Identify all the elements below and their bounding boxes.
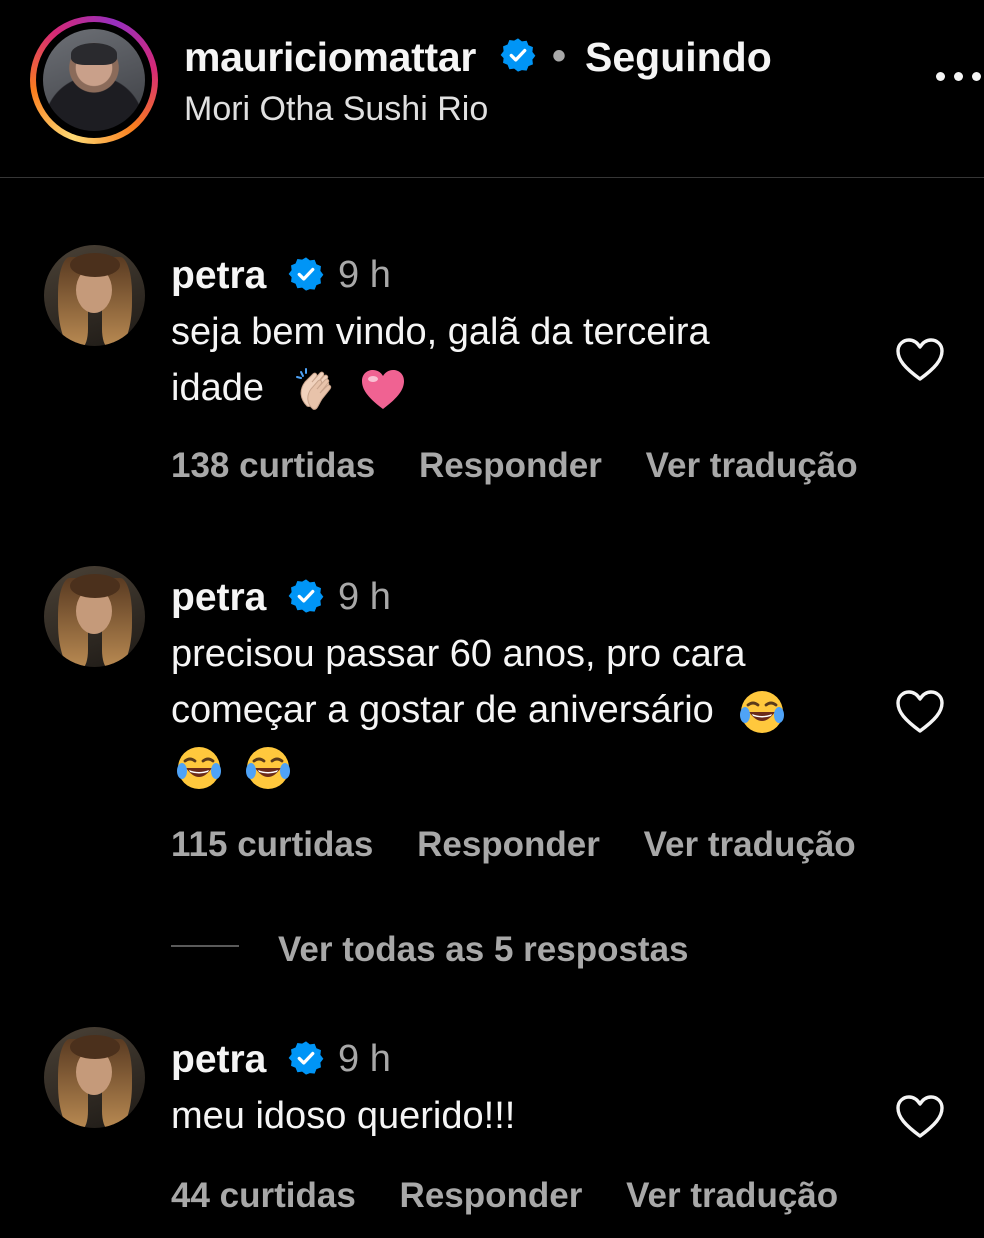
- replies-divider-line: [171, 945, 239, 947]
- reply-button[interactable]: Responder: [419, 446, 602, 485]
- comment-text: seja bem vindo, galã da terceira idade: [171, 304, 871, 416]
- post-location[interactable]: Mori Otha Sushi Rio: [184, 90, 488, 129]
- translate-button[interactable]: Ver tradução: [644, 825, 856, 864]
- comment-text-line: precisou passar 60 anos, pro cara: [171, 633, 746, 675]
- comment-actions: 115 curtidas Responder Ver tradução: [171, 825, 890, 865]
- comment-text: meu idoso querido!!!: [171, 1088, 871, 1144]
- comment-text: precisou passar 60 anos, pro cara começa…: [171, 626, 871, 794]
- separator-dot: •: [552, 34, 567, 78]
- profile-avatar-story-ring[interactable]: [30, 16, 158, 144]
- comment-username[interactable]: petra: [171, 1038, 266, 1082]
- header-divider: [0, 177, 984, 178]
- like-heart-icon[interactable]: [895, 1094, 945, 1140]
- like-heart-icon[interactable]: [895, 689, 945, 735]
- tears-of-joy-emoji: [738, 688, 786, 736]
- more-options-icon[interactable]: [932, 66, 984, 88]
- likes-count[interactable]: 44 curtidas: [171, 1176, 356, 1215]
- comment-timestamp: 9 h: [338, 1038, 391, 1080]
- likes-count[interactable]: 115 curtidas: [171, 825, 373, 864]
- commenter-avatar[interactable]: [44, 245, 145, 346]
- pink-heart-emoji: [359, 366, 407, 414]
- header-username[interactable]: mauriciomattar: [184, 34, 476, 81]
- comment-actions: 138 curtidas Responder Ver tradução: [171, 446, 892, 486]
- comment-text-line: seja bem vindo, galã da terceira: [171, 311, 710, 353]
- comment-timestamp: 9 h: [338, 576, 391, 618]
- profile-avatar: [43, 29, 145, 131]
- likes-count[interactable]: 138 curtidas: [171, 446, 375, 485]
- reply-button[interactable]: Responder: [417, 825, 600, 864]
- comment-text-line: começar a gostar de aniversário: [171, 689, 714, 731]
- translate-button[interactable]: Ver tradução: [626, 1176, 838, 1215]
- comment-username[interactable]: petra: [171, 254, 266, 298]
- post-header: mauriciomattar • Seguindo Mori Otha Sush…: [0, 0, 984, 178]
- verified-badge-icon: [500, 37, 536, 73]
- verified-badge-icon: [288, 1040, 324, 1076]
- comment-text-line: idade: [171, 367, 264, 409]
- commenter-avatar[interactable]: [44, 1027, 145, 1128]
- comment-username[interactable]: petra: [171, 576, 266, 620]
- translate-button[interactable]: Ver tradução: [646, 446, 858, 485]
- verified-badge-icon: [288, 256, 324, 292]
- verified-badge-icon: [288, 578, 324, 614]
- comment-text-line: meu idoso querido!!!: [171, 1095, 516, 1137]
- commenter-avatar[interactable]: [44, 566, 145, 667]
- comment-actions: 44 curtidas Responder Ver tradução: [171, 1176, 872, 1216]
- like-heart-icon[interactable]: [895, 337, 945, 383]
- reply-button[interactable]: Responder: [400, 1176, 583, 1215]
- tears-of-joy-emoji: [244, 744, 292, 792]
- comment-timestamp: 9 h: [338, 254, 391, 296]
- clapping-hands-emoji: [293, 366, 341, 414]
- view-replies-label: Ver todas as 5 respostas: [278, 930, 689, 969]
- tears-of-joy-emoji: [175, 744, 223, 792]
- following-button[interactable]: Seguindo: [585, 34, 772, 81]
